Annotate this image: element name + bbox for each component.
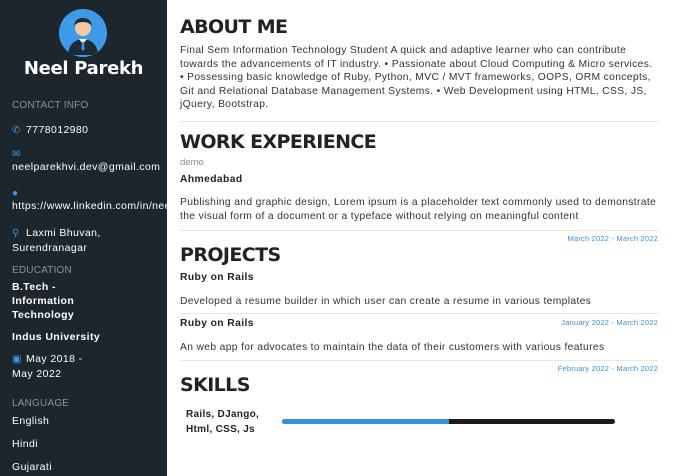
project-title: Ruby on Rails xyxy=(180,318,254,329)
skill-label: Rails, DJango, Html, CSS, Js xyxy=(186,409,260,435)
map-marker-icon: ⚲ xyxy=(12,228,20,239)
phone-item: ✆ 7778012980 xyxy=(12,123,88,138)
avatar xyxy=(59,9,107,57)
phone-icon: ✆ xyxy=(12,125,21,136)
skill-bar-fill xyxy=(282,419,449,424)
address-text: Laxmi Bhuvan, Surendranagar xyxy=(12,227,101,254)
calendar-icon: ▣ xyxy=(12,354,22,365)
linkedin-text[interactable]: https://www.linkedin.com/in/neelparekh xyxy=(12,200,167,212)
main-content: ABOUT ME Final Sem Information Technolog… xyxy=(180,0,658,476)
about-heading: ABOUT ME xyxy=(180,16,288,38)
email-item[interactable]: ✉ neelparekhvi.dev@gmail.com xyxy=(12,148,160,174)
phone-text: 7778012980 xyxy=(26,124,89,136)
education-dates: ▣ May 2018 - May 2022 xyxy=(12,352,104,381)
skills-heading: SKILLS xyxy=(180,374,250,396)
project-dates: January 2022 - March 2022 xyxy=(561,318,658,327)
sidebar: Neel Parekh CONTACT INFO ✆ 7778012980 ✉ n… xyxy=(0,0,167,476)
work-dates: March 2022 - March 2022 xyxy=(567,234,658,243)
project-dates: February 2022 - March 2022 xyxy=(557,364,658,373)
about-text: Final Sem Information Technology Student… xyxy=(180,45,653,110)
work-company: demo xyxy=(180,157,204,168)
divider xyxy=(180,121,658,122)
degree-text: B.Tech - Information Technology xyxy=(12,281,75,321)
university-text: Indus University xyxy=(12,331,101,343)
language-item: English xyxy=(12,415,50,427)
divider xyxy=(180,360,658,361)
skill-bar xyxy=(282,419,615,424)
globe-icon: ● xyxy=(12,188,19,199)
address-item: ⚲ Laxmi Bhuvan, Surendranagar xyxy=(12,226,162,255)
language-item: Hindi xyxy=(12,438,38,450)
linkedin-item[interactable]: ● https://www.linkedin.com/in/neelparekh xyxy=(12,187,167,213)
project-description: An web app for advocates to maintain the… xyxy=(180,342,605,353)
candidate-name: Neel Parekh xyxy=(23,58,144,79)
language-item: Gujarati xyxy=(12,461,52,473)
project-description: Developed a resume builder in which user… xyxy=(180,296,592,307)
contact-heading: CONTACT INFO xyxy=(12,100,89,111)
language-heading: LANGUAGE xyxy=(12,398,70,409)
envelope-icon: ✉ xyxy=(12,149,21,160)
divider xyxy=(180,313,658,314)
user-avatar-icon xyxy=(59,9,107,57)
education-heading: EDUCATION xyxy=(12,265,72,276)
work-description: Publishing and graphic design, Lorem ips… xyxy=(180,197,657,222)
work-location: Ahmedabad xyxy=(180,174,243,185)
work-heading: WORK EXPERIENCE xyxy=(180,131,377,153)
project-title: Ruby on Rails xyxy=(180,272,254,283)
projects-heading: PROJECTS xyxy=(180,244,281,266)
divider xyxy=(180,230,658,231)
email-text[interactable]: neelparekhvi.dev@gmail.com xyxy=(12,161,160,173)
